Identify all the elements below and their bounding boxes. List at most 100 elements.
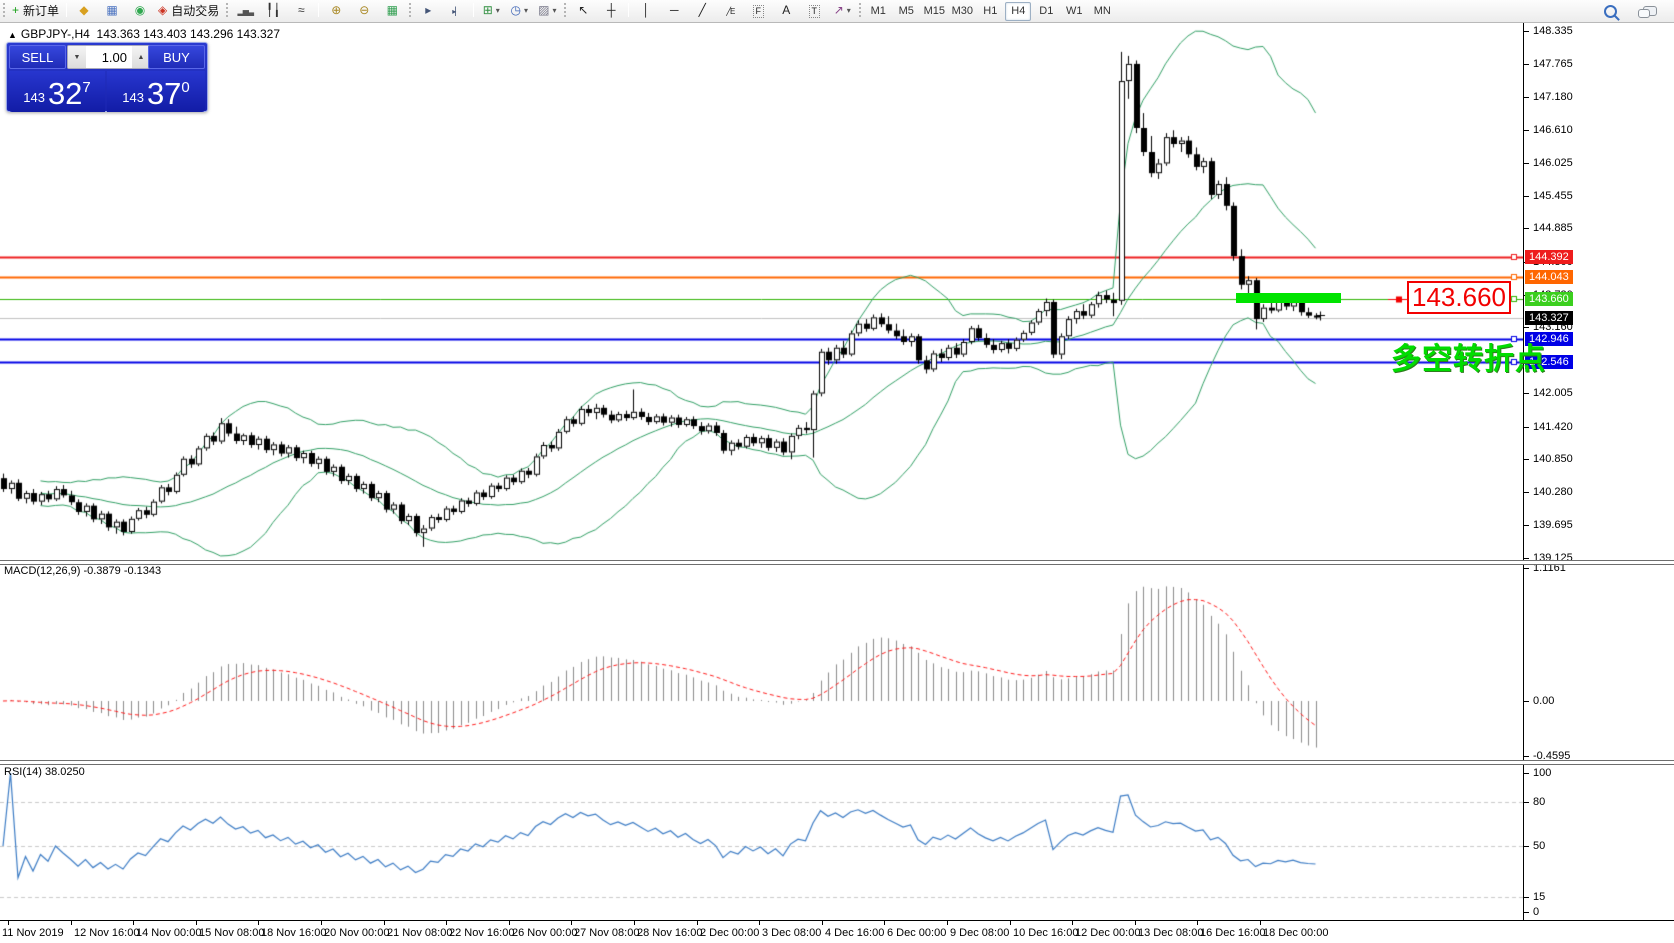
timeframe-m1[interactable]: M1 bbox=[865, 2, 891, 21]
trendline-button[interactable]: ╱ bbox=[689, 0, 715, 20]
time-axis-label: 4 Dec 16:00 bbox=[825, 927, 884, 939]
toolbar-separator bbox=[318, 3, 319, 17]
fibonacci-button[interactable]: F bbox=[745, 2, 771, 22]
auto-scroll-button[interactable]: ▸ bbox=[415, 0, 441, 20]
terminal-button[interactable]: ▦ bbox=[99, 0, 125, 20]
volume-decrease-button[interactable]: ▼ bbox=[68, 46, 86, 68]
timeframe-m15[interactable]: M15 bbox=[921, 2, 947, 21]
toolbar-drag-handle[interactable] bbox=[409, 3, 411, 17]
new-order-button[interactable]: +新订单 bbox=[9, 0, 62, 20]
buy-button[interactable]: BUY bbox=[148, 45, 205, 69]
time-axis-label: 20 Nov 00:00 bbox=[324, 927, 389, 939]
chart-canvas[interactable] bbox=[0, 23, 1523, 920]
channel-button[interactable]: ╱E bbox=[717, 2, 743, 22]
highlight-rectangle-object[interactable] bbox=[1236, 293, 1341, 303]
arrows-button[interactable]: ↗▾ bbox=[829, 0, 855, 20]
templates-button[interactable]: ▨▾ bbox=[534, 0, 560, 20]
text-button[interactable]: A bbox=[773, 0, 799, 20]
timeframe-h4[interactable]: H4 bbox=[1005, 2, 1031, 21]
buy-price-big: 37 bbox=[147, 79, 181, 109]
indicator-axis-tick bbox=[1524, 897, 1529, 898]
one-click-trade-panel: SELL ▼ 1.00 ▲ BUY 143 32 7 143 37 0 bbox=[6, 42, 208, 112]
price-axis-tick-label: 142.005 bbox=[1533, 387, 1573, 400]
price-axis-tick bbox=[1524, 31, 1529, 32]
panel-splitter[interactable] bbox=[0, 760, 1674, 765]
time-axis-tick bbox=[1010, 921, 1011, 925]
panel-splitter[interactable] bbox=[0, 560, 1674, 565]
vertical-line-button[interactable]: │ bbox=[633, 0, 659, 20]
autotrade-robot-icon: ◈ bbox=[158, 1, 167, 19]
sell-price-display[interactable]: 143 32 7 bbox=[9, 71, 105, 112]
time-axis-label: 12 Dec 00:00 bbox=[1075, 927, 1140, 939]
price-axis[interactable]: 148.335147.765147.180146.610146.025145.4… bbox=[1523, 23, 1674, 920]
indicator-axis-tick bbox=[1524, 846, 1529, 847]
timeframe-m30[interactable]: M30 bbox=[949, 2, 975, 21]
time-axis-tick bbox=[1260, 921, 1261, 925]
toolbar-drag-handle[interactable] bbox=[859, 3, 861, 17]
buy-price-display[interactable]: 143 37 0 bbox=[107, 71, 205, 112]
toolbar-drag-handle[interactable] bbox=[3, 3, 5, 17]
time-axis-tick bbox=[384, 921, 385, 925]
charts-button[interactable]: ◆ bbox=[71, 0, 97, 20]
periods-button[interactable]: ◷▾ bbox=[506, 0, 532, 20]
indicator-axis-tick bbox=[1524, 912, 1529, 913]
horizontal-line-button[interactable]: ─ bbox=[661, 0, 687, 20]
price-level-chip: 143.327 bbox=[1525, 311, 1573, 325]
time-axis-label: 3 Dec 08:00 bbox=[762, 927, 821, 939]
price-axis-tick-label: 147.765 bbox=[1533, 58, 1573, 71]
new-order-button-label: 新订单 bbox=[23, 2, 59, 19]
chevron-down-icon[interactable]: ▾ bbox=[847, 6, 851, 15]
terminal-window-icon: ▦ bbox=[106, 1, 117, 19]
chevron-down-icon[interactable]: ▾ bbox=[524, 6, 528, 15]
collapse-arrow-icon[interactable]: ▲ bbox=[8, 30, 17, 40]
time-axis-label: 9 Dec 08:00 bbox=[950, 927, 1009, 939]
candlestick-chart-button[interactable]: ╿╽ bbox=[260, 0, 286, 20]
chat-button[interactable] bbox=[1637, 1, 1663, 21]
chinese-annotation-text[interactable]: 多空转折点 bbox=[1391, 334, 1546, 378]
toolbar-drag-handle[interactable] bbox=[226, 3, 228, 17]
time-axis-tick bbox=[1197, 921, 1198, 925]
time-axis[interactable]: 11 Nov 201912 Nov 16:0014 Nov 00:0015 No… bbox=[0, 920, 1674, 943]
chart-shift-button[interactable]: ▸▏ bbox=[443, 2, 469, 22]
price-annotation-box[interactable]: 143.660 bbox=[1407, 281, 1511, 314]
timeframe-h1[interactable]: H1 bbox=[977, 2, 1003, 21]
zoom-out-button[interactable]: ⊖ bbox=[351, 0, 377, 20]
timeframe-d1[interactable]: D1 bbox=[1033, 2, 1059, 21]
text-label-button[interactable]: T bbox=[801, 2, 827, 22]
price-axis-tick bbox=[1524, 492, 1529, 493]
indicators-button[interactable]: ⊞▾ bbox=[478, 0, 504, 20]
timeframe-mn[interactable]: MN bbox=[1089, 2, 1115, 21]
sell-button[interactable]: SELL bbox=[9, 45, 66, 69]
trendline-icon: ╱ bbox=[699, 1, 706, 19]
timeframe-w1[interactable]: W1 bbox=[1061, 2, 1087, 21]
crosshair-button[interactable]: ┼ bbox=[598, 0, 624, 20]
time-axis-tick bbox=[8, 921, 9, 925]
autotrading-button[interactable]: ◈自动交易 bbox=[155, 0, 222, 20]
time-axis-label: 21 Nov 08:00 bbox=[387, 927, 452, 939]
chevron-down-icon[interactable]: ▾ bbox=[552, 6, 556, 15]
signals-button[interactable]: ◉ bbox=[127, 0, 153, 20]
indicator-axis-tick bbox=[1524, 756, 1529, 757]
price-axis-tick-label: 148.335 bbox=[1533, 25, 1573, 38]
timeframe-m5[interactable]: M5 bbox=[893, 2, 919, 21]
equidistant-channel-icon: ╱E bbox=[726, 3, 734, 21]
price-axis-tick bbox=[1524, 163, 1529, 164]
sell-price-big: 32 bbox=[48, 79, 82, 109]
toolbar-drag-handle[interactable] bbox=[564, 3, 566, 17]
search-button[interactable] bbox=[1597, 1, 1623, 21]
price-axis-tick bbox=[1524, 558, 1529, 559]
chevron-down-icon[interactable]: ▾ bbox=[496, 6, 500, 15]
new-order-icon: + bbox=[12, 1, 19, 19]
bar-chart-button[interactable]: ▂▅▃ bbox=[232, 2, 258, 22]
tile-windows-button[interactable]: ▦ bbox=[379, 0, 405, 20]
volume-input[interactable]: 1.00 bbox=[86, 46, 132, 68]
zoom-in-button[interactable]: ⊕ bbox=[323, 0, 349, 20]
price-axis-tick bbox=[1524, 427, 1529, 428]
time-axis-tick bbox=[634, 921, 635, 925]
symbol-ohlc-header: ▲GBPJPY-,H4 143.363 143.403 143.296 143.… bbox=[8, 27, 280, 41]
line-chart-button[interactable]: ≈ bbox=[288, 0, 314, 20]
time-axis-tick bbox=[196, 921, 197, 925]
cursor-button[interactable]: ↖ bbox=[570, 0, 596, 20]
time-axis-label: 13 Dec 08:00 bbox=[1138, 927, 1203, 939]
ohlc-values: 143.363 143.403 143.296 143.327 bbox=[97, 27, 281, 41]
